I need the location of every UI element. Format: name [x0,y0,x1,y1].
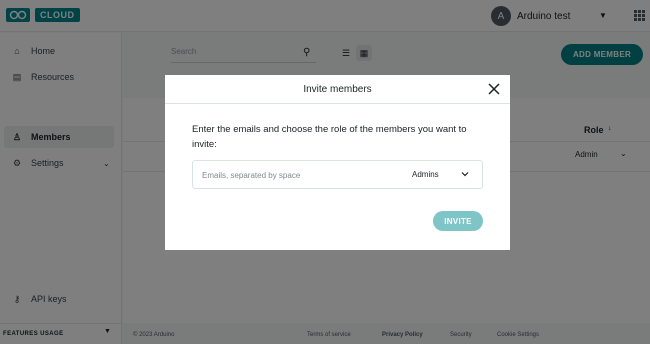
invite-input-group: Admins [192,160,483,189]
invite-button[interactable]: INVITE [433,211,483,231]
dialog-title: Invite members [303,84,372,95]
role-selected-value: Admins [412,170,439,179]
emails-input[interactable] [202,169,402,181]
invite-members-dialog: Invite members Enter the emails and choo… [165,75,510,250]
role-dropdown[interactable]: Admins [412,168,474,182]
close-icon[interactable] [487,82,501,96]
dialog-description: Enter the emails and choose the role of … [192,124,467,150]
dialog-header: Invite members [165,75,510,104]
chevron-down-icon [461,172,469,177]
